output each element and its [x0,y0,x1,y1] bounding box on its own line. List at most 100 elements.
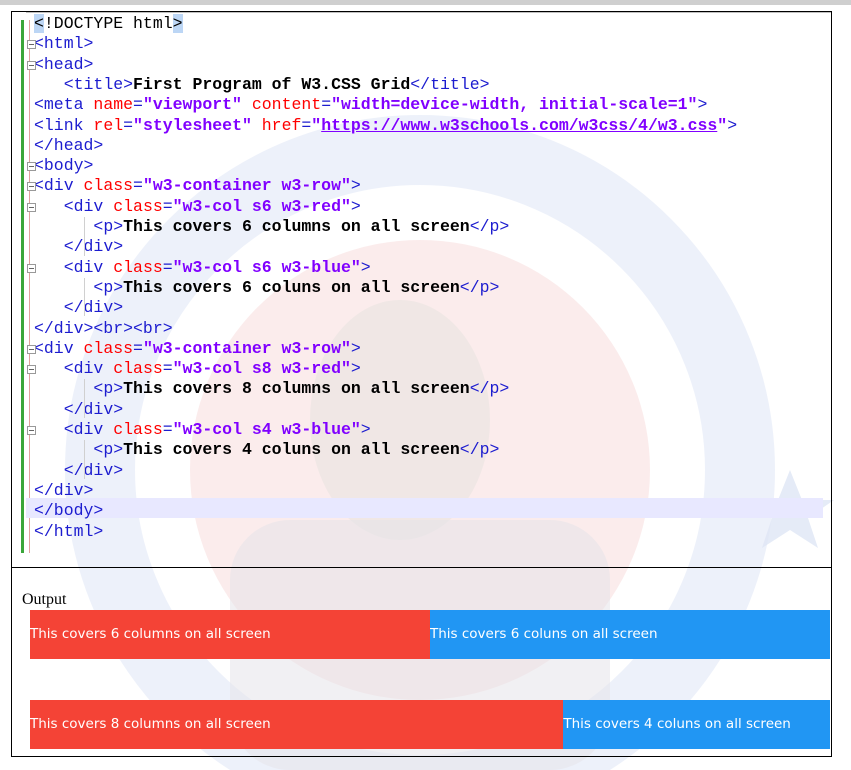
equals: = [301,115,312,135]
tag-name: <link [34,115,84,135]
editor-top-rule [26,12,831,13]
tag-end: > [350,196,361,216]
fold-toggle-icon[interactable] [27,263,36,273]
fold-toggle-icon[interactable] [27,426,36,435]
tag-text: </div> [63,399,124,419]
code-line: <div class="w3-col s6 w3-red"> [34,197,361,217]
column-text: This covers 8 columns on all screen [30,716,271,732]
code-line: <link rel="stylesheet" href="https://www… [34,116,737,136]
output-row-1: This covers 6 columns on all screen This … [30,610,830,659]
code-line: <title>First Program of W3.CSS Grid</tit… [34,75,490,95]
code-line: <p>This covers 6 coluns on all screen</p… [34,278,499,298]
tag-end: > [350,338,361,358]
column-text: This covers 6 columns on all screen [30,626,271,642]
tag-text: </div> [34,480,94,500]
tag-text: </div> [63,298,124,318]
element-text: This covers 6 coluns on all screen [123,277,460,297]
column-text: This covers 6 coluns on all screen [430,626,658,642]
red-column: This covers 8 columns on all screen [30,700,564,749]
indent-guide [84,379,85,418]
fold-toggle-icon[interactable] [27,40,36,50]
close-tag: </p> [459,440,500,460]
attr-value: "w3-container w3-row" [142,338,351,358]
attr-value: "width=device-width, initial-scale=1" [331,95,698,115]
indent-guide [84,440,85,479]
equals: = [162,420,173,439]
stylesheet-link[interactable]: https://www.w3schools.com/w3css/4/w3.css [321,116,717,135]
fold-toggle-icon[interactable] [27,60,36,70]
quote: " [717,115,728,135]
tag-text: </div> [63,237,124,257]
open-tag: <p> [93,277,124,297]
tag-text: </body> [34,501,104,521]
fold-toggle-icon[interactable] [27,365,36,375]
attr-value: "w3-container w3-row" [142,176,351,196]
code-line: <div class="w3-container w3-row"> [34,176,361,196]
attr-name: href [261,115,302,135]
tag-name: <div [63,420,104,439]
output-label: Output [22,591,67,608]
indent-guide [84,277,85,317]
code-line: <p>This covers 8 columns on all screen</… [34,379,509,399]
open-tag: <p> [93,379,124,399]
tag-text: <body> [34,156,94,176]
code-line: </div> [34,298,123,318]
attr-name: rel [93,115,124,135]
tag-text: <head> [34,54,94,74]
attr-value: "stylesheet" [133,115,252,135]
attr-name: class [113,257,163,277]
indent-guide [84,217,85,256]
fold-toggle-icon[interactable] [27,182,36,192]
doctype-text: <!DOCTYPE html> [34,14,183,33]
tag-name: <div [63,257,104,277]
attr-name: class [113,420,163,439]
code-line: <meta name="viewport" content="width=dev… [34,95,707,115]
equals: = [123,115,134,135]
close-tag: </p> [469,379,510,399]
window-top-border [0,0,851,5]
fold-toggle-icon[interactable] [27,344,36,354]
attr-name: class [83,338,134,358]
element-text: First Program of W3.CSS Grid [133,74,411,94]
fold-margin-line [29,20,30,553]
close-tag: </title> [410,74,490,94]
attr-value: "viewport" [142,95,242,115]
tag-text: </html> [34,521,104,541]
open-tag: <p> [93,440,124,460]
blue-column: This covers 4 coluns on all screen [563,700,830,749]
attr-name: name [93,95,134,115]
open-tag: <p> [93,217,124,236]
code-line: <div class="w3-col s8 w3-red"> [34,359,361,379]
tag-text: </div> [63,460,124,480]
tag-name: <meta [34,95,84,115]
fold-toggle-icon[interactable] [27,202,36,212]
code-line: <div class="w3-container w3-row"> [34,339,361,359]
tag-end: > [360,420,371,439]
code-line: </div> [34,237,123,257]
element-text: This covers 8 columns on all screen [123,379,470,399]
fold-toggle-icon[interactable] [27,162,36,172]
blue-column: This covers 6 coluns on all screen [430,610,830,659]
tag-end: > [350,359,361,379]
code-line: </div> [34,461,123,481]
close-tag: </p> [469,217,510,236]
code-line: </body> [34,501,103,521]
code-line: </div><br><br> [34,319,173,339]
element-text: This covers 4 coluns on all screen [123,440,460,460]
tag-name: <div [63,359,104,379]
code-line: <div class="w3-col s6 w3-blue"> [34,258,371,278]
column-text: This covers 4 coluns on all screen [563,716,791,732]
red-column: This covers 6 columns on all screen [30,610,430,659]
code-line: </div> [34,400,123,420]
tag-end: > [697,95,708,115]
tag-name: <div [63,196,104,216]
attr-value: "w3-col s6 w3-blue" [172,257,361,277]
attr-name: class [83,176,134,196]
attr-value: "w3-col s4 w3-blue" [172,420,361,439]
attr-name: content [251,95,322,115]
code-line: </head> [34,136,103,156]
code-editor[interactable]: <!DOCTYPE html> <html> <head> <title>First… [12,12,831,568]
attr-value: "w3-col s6 w3-red" [172,196,351,216]
equals: = [133,176,143,196]
code-line: <p>This covers 6 columns on all screen</… [34,217,509,237]
